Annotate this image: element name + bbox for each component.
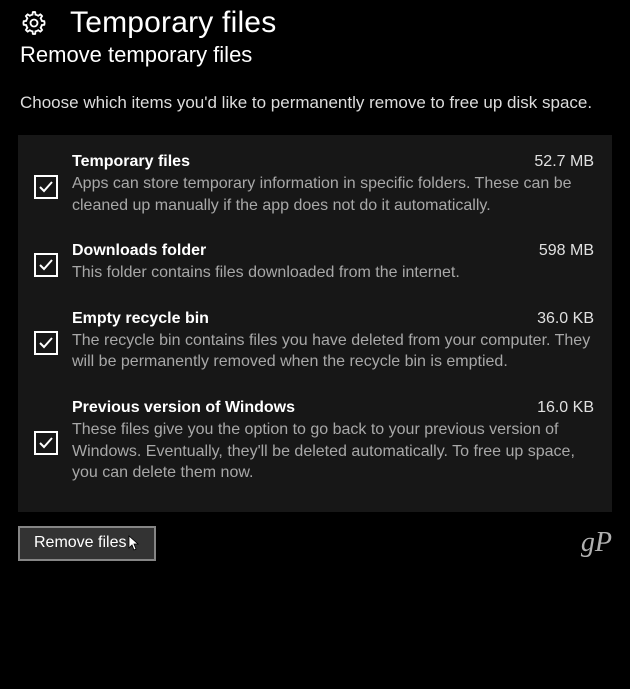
item-description: These files give you the option to go ba… [72,419,594,484]
item-temporary-files[interactable]: Temporary files 52.7 MB Apps can store t… [30,145,598,224]
page-subtitle: Remove temporary files [0,42,630,86]
item-title: Previous version of Windows [72,399,295,417]
remove-files-button[interactable]: Remove files [18,526,156,561]
item-head: Previous version of Windows 16.0 KB [72,399,594,417]
checkbox-previous-windows[interactable] [34,431,58,455]
items-panel: Temporary files 52.7 MB Apps can store t… [18,135,612,512]
item-body: Empty recycle bin 36.0 KB The recycle bi… [72,310,594,373]
item-head: Empty recycle bin 36.0 KB [72,310,594,328]
item-recycle-bin[interactable]: Empty recycle bin 36.0 KB The recycle bi… [30,302,598,381]
item-head: Downloads folder 598 MB [72,242,594,260]
remove-button-label: Remove files [34,534,126,552]
button-row: Remove files gP [0,512,630,561]
checkbox-temporary-files[interactable] [34,175,58,199]
page-header: Temporary files [0,0,630,42]
checkbox-recycle-bin[interactable] [34,331,58,355]
item-description: The recycle bin contains files you have … [72,330,594,373]
item-size: 52.7 MB [524,153,594,171]
page-title: Temporary files [70,6,276,40]
item-size: 16.0 KB [527,399,594,417]
page-description: Choose which items you'd like to permane… [0,86,630,129]
item-size: 598 MB [529,242,594,260]
item-body: Downloads folder 598 MB This folder cont… [72,242,594,284]
watermark: gP [581,527,612,559]
checkbox-downloads-folder[interactable] [34,253,58,277]
cursor-icon [128,535,140,551]
item-head: Temporary files 52.7 MB [72,153,594,171]
item-downloads-folder[interactable]: Downloads folder 598 MB This folder cont… [30,234,598,292]
item-previous-windows[interactable]: Previous version of Windows 16.0 KB Thes… [30,391,598,492]
gear-icon [20,9,48,37]
item-description: Apps can store temporary information in … [72,173,594,216]
item-title: Downloads folder [72,242,206,260]
item-size: 36.0 KB [527,310,594,328]
item-title: Empty recycle bin [72,310,209,328]
item-description: This folder contains files downloaded fr… [72,262,594,284]
item-body: Previous version of Windows 16.0 KB Thes… [72,399,594,484]
item-body: Temporary files 52.7 MB Apps can store t… [72,153,594,216]
item-title: Temporary files [72,153,190,171]
